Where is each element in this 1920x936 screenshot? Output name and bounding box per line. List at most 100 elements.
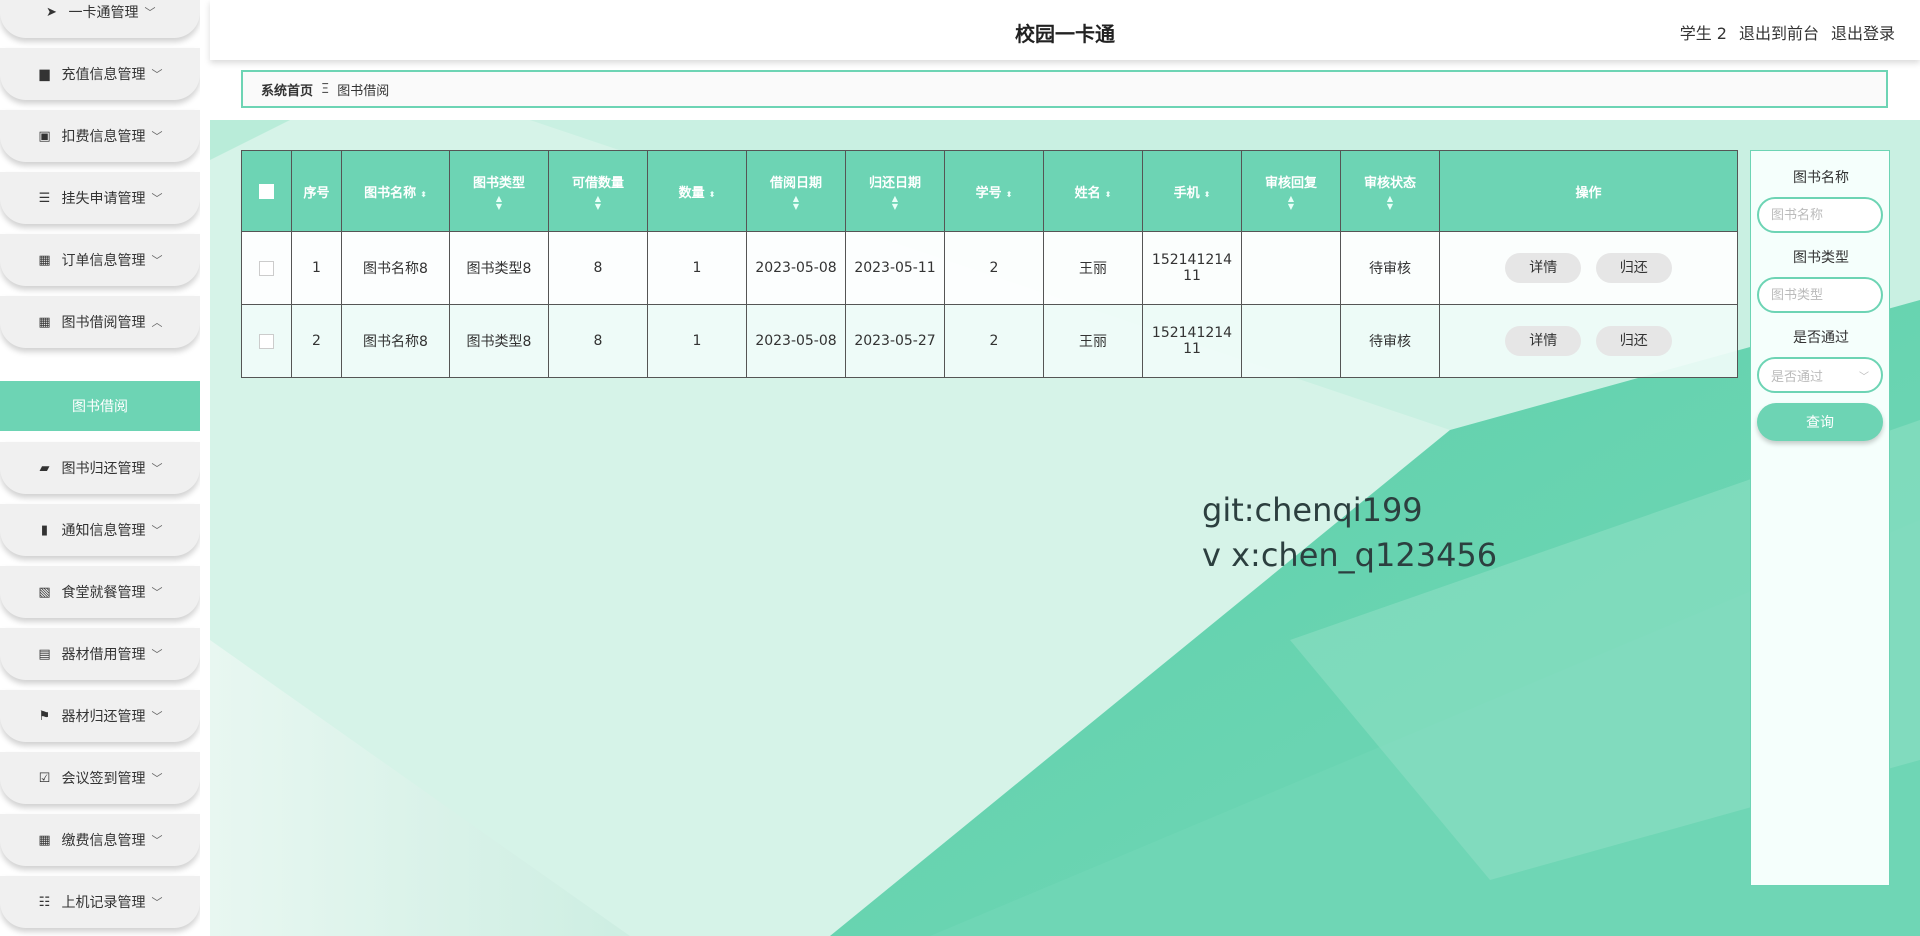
sidebar-item-equipment-return[interactable]: ⚑ 器材归还管理 ﹀ bbox=[0, 690, 200, 742]
col-phone[interactable]: 手机 ⬍ bbox=[1142, 150, 1242, 232]
book-type-input[interactable] bbox=[1757, 277, 1883, 313]
sort-icon[interactable]: ⬍ bbox=[709, 190, 716, 199]
grid-icon: ▦ bbox=[38, 314, 51, 330]
sort-icon[interactable]: ⬍ bbox=[1105, 190, 1112, 199]
app-title: 校园一卡通 bbox=[1015, 22, 1115, 46]
sidebar-item-payment[interactable]: ▦ 缴费信息管理 ﹀ bbox=[0, 814, 200, 866]
chevron-down-icon: ﹀ bbox=[151, 68, 163, 81]
col-borrow-date[interactable]: 借阅日期 ▲ ▼ bbox=[746, 150, 846, 232]
sort-icon[interactable]: ▲ ▼ bbox=[846, 194, 944, 211]
sort-icon[interactable]: ⬍ bbox=[1204, 190, 1211, 199]
col-return-date[interactable]: 归还日期 ▲ ▼ bbox=[845, 150, 945, 232]
cell-borrow-date: 2023-05-08 bbox=[746, 304, 846, 378]
sidebar-item-label: 订单信息管理 bbox=[61, 253, 146, 269]
sidebar-item-meeting-signin[interactable]: ☑ 会议签到管理 ﹀ bbox=[0, 752, 200, 804]
cell-phone: 152141214 11 bbox=[1142, 304, 1242, 378]
sort-icon[interactable]: ⬍ bbox=[1006, 190, 1013, 199]
cell-index: 1 bbox=[291, 231, 342, 305]
sidebar-item-equipment-borrow[interactable]: ▤ 器材借用管理 ﹀ bbox=[0, 628, 200, 680]
bar-chart-icon: ▮ bbox=[40, 522, 49, 538]
archive-icon: ▆ bbox=[39, 66, 50, 82]
sort-icon[interactable]: ▲ ▼ bbox=[1341, 194, 1439, 211]
row-checkbox[interactable] bbox=[259, 333, 274, 349]
chevron-down-icon: ﹀ bbox=[151, 462, 163, 475]
chevron-down-icon: ﹀ bbox=[151, 710, 163, 723]
book-name-label: 图书名称 bbox=[1793, 170, 1849, 186]
sidebar-item-label: 扣费信息管理 bbox=[61, 129, 146, 145]
query-button[interactable]: 查询 bbox=[1757, 403, 1883, 441]
book-name-input[interactable] bbox=[1757, 197, 1883, 233]
watermark: git:chenqi199 v x:chen_q123456 bbox=[1202, 488, 1497, 578]
col-available[interactable]: 可借数量 ▲ ▼ bbox=[548, 150, 648, 232]
sort-icon[interactable]: ▲ ▼ bbox=[1242, 194, 1340, 211]
cell-return-date: 2023-05-27 bbox=[845, 304, 945, 378]
sidebar-subitem-book-borrow[interactable]: 图书借阅 bbox=[0, 381, 200, 431]
chevron-down-icon: ﹀ bbox=[1859, 371, 1869, 383]
sidebar-item-label: 上机记录管理 bbox=[61, 895, 146, 911]
select-all-checkbox[interactable] bbox=[259, 183, 274, 199]
watermark-line-1: git:chenqi199 bbox=[1202, 491, 1423, 529]
exit-to-front-link[interactable]: 退出到前台 bbox=[1739, 20, 1819, 44]
chevron-down-icon: ﹀ bbox=[144, 6, 156, 19]
breadcrumb-home[interactable]: 系统首页 bbox=[261, 80, 313, 99]
top-header: 校园一卡通 学生 2 退出到前台 退出登录 bbox=[210, 0, 1920, 60]
cell-book-name: 图书名称8 bbox=[341, 304, 450, 378]
sidebar-item-canteen[interactable]: ▧ 食堂就餐管理 ﹀ bbox=[0, 566, 200, 618]
paper-plane-icon: ➤ bbox=[46, 4, 57, 20]
row-checkbox[interactable] bbox=[259, 260, 274, 276]
breadcrumb-current: 图书借阅 bbox=[337, 83, 390, 99]
sidebar-item-notice[interactable]: ▮ 通知信息管理 ﹀ bbox=[0, 504, 200, 556]
chevron-down-icon: ﹀ bbox=[151, 896, 163, 909]
col-book-type[interactable]: 图书类型 ▲ ▼ bbox=[449, 150, 549, 232]
sidebar-item-deduction[interactable]: ▣ 扣费信息管理 ﹀ bbox=[0, 110, 200, 162]
breadcrumb-separator: Ξ bbox=[321, 81, 330, 97]
cell-phone: 152141214 11 bbox=[1142, 231, 1242, 305]
logout-link[interactable]: 退出登录 bbox=[1831, 20, 1895, 44]
sidebar-item-orders[interactable]: ▦ 订单信息管理 ﹀ bbox=[0, 234, 200, 286]
table-row: 2 图书名称8 图书类型8 8 1 2023-05-08 2023-05-27 … bbox=[241, 304, 1738, 378]
chevron-down-icon: ﹀ bbox=[151, 130, 163, 143]
select-all-cell[interactable] bbox=[241, 150, 292, 232]
table-header-row: 序号 图书名称 ⬍ 图书类型 ▲ ▼ 可借数量 ▲ ▼ 数量 ⬍ 借阅日期 ▲ ▼ 归还日期 ▲ ▼… bbox=[241, 150, 1738, 232]
sidebar-item-recharge[interactable]: ▆ 充值信息管理 ﹀ bbox=[0, 48, 200, 100]
row-select-cell[interactable] bbox=[241, 231, 292, 305]
approved-select[interactable]: 是否通过 ﹀ bbox=[1757, 357, 1883, 393]
return-button[interactable]: 归还 bbox=[1595, 326, 1672, 356]
row-select-cell[interactable] bbox=[241, 304, 292, 378]
sort-icon[interactable]: ▲ ▼ bbox=[549, 194, 647, 211]
return-button[interactable]: 归还 bbox=[1595, 253, 1672, 283]
approved-select-placeholder: 是否通过 bbox=[1771, 369, 1824, 385]
col-name[interactable]: 姓名 ⬍ bbox=[1043, 150, 1143, 232]
sidebar-item-label: 图书归还管理 bbox=[61, 461, 146, 477]
col-student-id[interactable]: 学号 ⬍ bbox=[944, 150, 1044, 232]
cell-reply bbox=[1241, 231, 1341, 305]
chevron-up-icon: ︿ bbox=[151, 316, 163, 329]
sidebar-item-book-borrow[interactable]: ▦ 图书借阅管理 ︿ bbox=[0, 296, 200, 348]
list-icon: ☰ bbox=[38, 190, 51, 206]
sidebar-item-computer-log[interactable]: ☷ 上机记录管理 ﹀ bbox=[0, 876, 200, 928]
cell-student-id: 2 bbox=[944, 231, 1044, 305]
sidebar-item-label: 通知信息管理 bbox=[61, 523, 146, 539]
sidebar-item-label: 器材借用管理 bbox=[61, 647, 146, 663]
sidebar-item-card[interactable]: ➤ 一卡通管理 ﹀ bbox=[0, 0, 200, 38]
cell-actions: 详情 归还 bbox=[1439, 231, 1738, 305]
col-qty[interactable]: 数量 ⬍ bbox=[647, 150, 747, 232]
col-status[interactable]: 审核状态 ▲ ▼ bbox=[1340, 150, 1440, 232]
sidebar-item-book-return[interactable]: ▰ 图书归还管理 ﹀ bbox=[0, 442, 200, 494]
chevron-down-icon: ﹀ bbox=[151, 192, 163, 205]
chevron-down-icon: ﹀ bbox=[151, 586, 163, 599]
detail-button[interactable]: 详情 bbox=[1505, 326, 1582, 356]
col-reply[interactable]: 审核回复 ▲ ▼ bbox=[1241, 150, 1341, 232]
detail-button[interactable]: 详情 bbox=[1505, 253, 1582, 283]
sort-icon[interactable]: ▲ ▼ bbox=[747, 194, 845, 211]
user-bar: 学生 2 退出到前台 退出登录 bbox=[1680, 20, 1895, 44]
col-index: 序号 bbox=[291, 150, 342, 232]
col-book-name[interactable]: 图书名称 ⬍ bbox=[341, 150, 450, 232]
sort-icon[interactable]: ▲ ▼ bbox=[450, 194, 548, 211]
chevron-down-icon: ﹀ bbox=[151, 648, 163, 661]
sort-icon[interactable]: ⬍ bbox=[420, 190, 427, 199]
sidebar-item-loss-report[interactable]: ☰ 挂失申请管理 ﹀ bbox=[0, 172, 200, 224]
search-panel: 图书名称 图书类型 是否通过 是否通过 ﹀ 查询 bbox=[1750, 150, 1890, 886]
sidebar-item-label: 图书借阅管理 bbox=[61, 315, 146, 331]
approved-label: 是否通过 bbox=[1793, 330, 1849, 346]
